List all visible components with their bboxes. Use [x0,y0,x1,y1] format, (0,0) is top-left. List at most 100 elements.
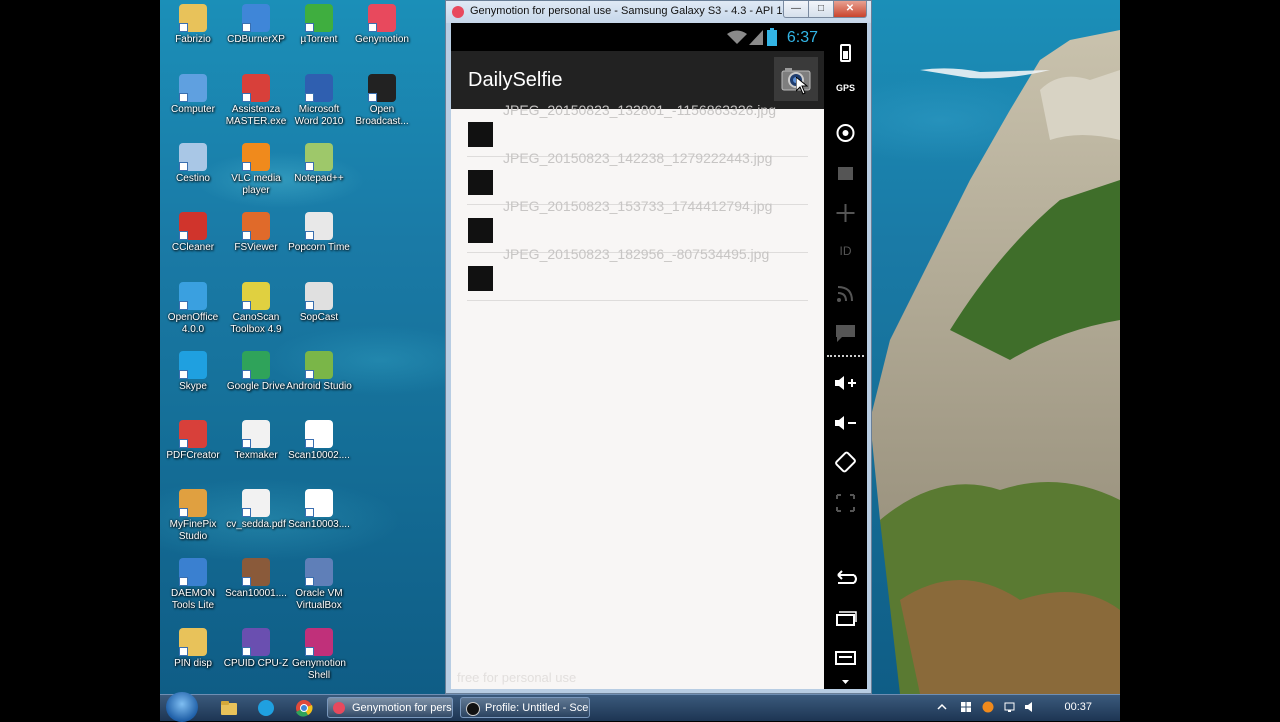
desktop-icon[interactable]: CDBurnerXP [223,4,289,46]
desktop-icon-label: Popcorn Time [288,242,350,253]
signal-icon [749,30,763,45]
desktop-icon[interactable]: Genymotion [349,4,415,46]
gps-widget-icon[interactable]: GPS [824,83,867,93]
file-name: JPEG_20150823_142238_1279222443.jpg [503,150,773,166]
desktop-icon-label: Fabrizio [175,34,211,45]
desktop-icon[interactable]: Computer [160,74,226,116]
desktop-icon[interactable]: Assistenza MASTER.exe [223,74,289,128]
desktop-icon[interactable]: Scan10001.... [223,558,289,600]
scroll-down-icon[interactable] [824,677,867,687]
task-genymotion[interactable]: Genymotion for pers... [327,697,453,718]
maximize-button[interactable]: □ [808,1,834,18]
desktop-icon[interactable]: OpenOffice 4.0.0 [160,282,226,336]
window-title: Genymotion for personal use - Samsung Ga… [470,5,814,17]
windows-flag-icon[interactable] [960,701,972,713]
selfie-thumbnail [468,266,493,291]
desktop-icon[interactable]: SopCast [286,282,352,324]
wifi-icon [727,30,747,44]
desktop-icon[interactable]: Genymotion Shell [286,628,352,682]
desktop-icon[interactable]: VLC media player [223,143,289,197]
desktop-icon[interactable]: Cestino [160,143,226,185]
task-label: Genymotion for pers... [352,702,453,714]
shortcut-icon [179,351,207,379]
desktop-icon[interactable]: Scan10003.... [286,489,352,531]
skype-icon[interactable] [255,698,277,718]
clock[interactable]: 00:37 [1064,701,1092,713]
desktop-icon[interactable]: µTorrent [286,4,352,46]
battery-widget-icon[interactable] [824,43,867,63]
window-titlebar[interactable]: Genymotion for personal use - Samsung Ga… [446,1,871,23]
desktop-icon[interactable]: CanoScan Toolbox 4.9 [223,282,289,336]
start-button[interactable] [166,692,198,722]
camera-button[interactable] [774,57,818,101]
desktop-icon-label: Notepad++ [294,173,344,184]
tray-arrow-icon[interactable] [936,701,948,713]
shortcut-icon [179,628,207,656]
network-tray-icon[interactable] [1004,701,1016,713]
volume-down-icon[interactable] [824,413,867,433]
desktop-icon-label: Genymotion [355,34,409,45]
desktop-icon-label: FSViewer [234,242,278,253]
minimize-button[interactable]: — [783,1,809,18]
task-obs[interactable]: Profile: Untitled - Sce... [460,697,590,718]
watermark: free for personal use [457,670,577,685]
rotate-icon[interactable] [824,451,867,473]
shortcut-icon [242,420,270,448]
shortcut-icon [179,558,207,586]
network-widget-icon [837,286,853,302]
remote-control-icon [836,204,855,222]
desktop-icon[interactable]: MyFinePix Studio [160,489,226,543]
desktop-icon[interactable]: Fabrizio [160,4,226,46]
avast-icon[interactable] [982,701,994,713]
menu-icon[interactable] [824,649,867,669]
taskbar: Genymotion for pers... Profile: Untitled… [160,692,1120,722]
shortcut-icon [179,282,207,310]
close-button[interactable]: ✕ [833,1,867,18]
desktop-icon-label: Computer [171,104,215,115]
shortcut-icon [242,4,270,32]
selfie-list: JPEG_20150823_132801_-1156863326.jpg JPEG… [451,102,824,301]
desktop-icon-label: Microsoft Word 2010 [294,104,344,127]
shortcut-icon [179,489,207,517]
desktop-icon-label: Genymotion Shell [292,658,346,681]
shortcut-icon [179,212,207,240]
desktop-icon[interactable]: Popcorn Time [286,212,352,254]
desktop-icon[interactable]: DAEMON Tools Lite [160,558,226,612]
task-label: Profile: Untitled - Sce... [485,702,590,714]
desktop-icon[interactable]: Skype [160,351,226,393]
desktop-icon[interactable]: Open Broadcast... [349,74,415,128]
battery-icon [767,28,777,46]
speaker-icon[interactable] [1024,701,1036,713]
desktop-icon-label: Assistenza MASTER.exe [225,104,287,127]
shortcut-icon [242,628,270,656]
desktop-icon[interactable]: PDFCreator [160,420,226,462]
desktop-icon[interactable]: Android Studio [286,351,352,393]
back-icon[interactable] [824,569,867,589]
chrome-icon[interactable] [293,698,315,718]
desktop-icon[interactable]: Scan10002.... [286,420,352,462]
desktop-icon[interactable]: Google Drive [223,351,289,393]
selfie-thumbnail [468,170,493,195]
explorer-icon[interactable] [218,698,240,718]
cliff-landscape [870,30,1120,694]
webcam-widget-icon[interactable] [824,123,867,143]
desktop-icon[interactable]: Notepad++ [286,143,352,185]
desktop-icon[interactable]: CCleaner [160,212,226,254]
shortcut-icon [242,558,270,586]
shortcut-icon [305,4,333,32]
recent-apps-icon[interactable] [824,609,867,629]
shortcut-icon [368,74,396,102]
desktop-icon[interactable]: Microsoft Word 2010 [286,74,352,128]
obs-icon [466,702,480,716]
desktop-icon[interactable]: CPUID CPU-Z [223,628,289,670]
scale-icon [836,494,855,512]
desktop-icon[interactable]: PIN disp [160,628,226,670]
desktop-icon-label: VLC media player [231,173,281,196]
app-title: DailySelfie [468,69,563,91]
list-item[interactable]: JPEG_20150823_182956_-807534495.jpg [467,246,808,301]
volume-up-icon[interactable] [824,373,867,393]
desktop-icon[interactable]: Texmaker [223,420,289,462]
desktop-icon[interactable]: FSViewer [223,212,289,254]
desktop-icon[interactable]: cv_sedda.pdf [223,489,289,531]
desktop-icon[interactable]: Oracle VM VirtualBox [286,558,352,612]
